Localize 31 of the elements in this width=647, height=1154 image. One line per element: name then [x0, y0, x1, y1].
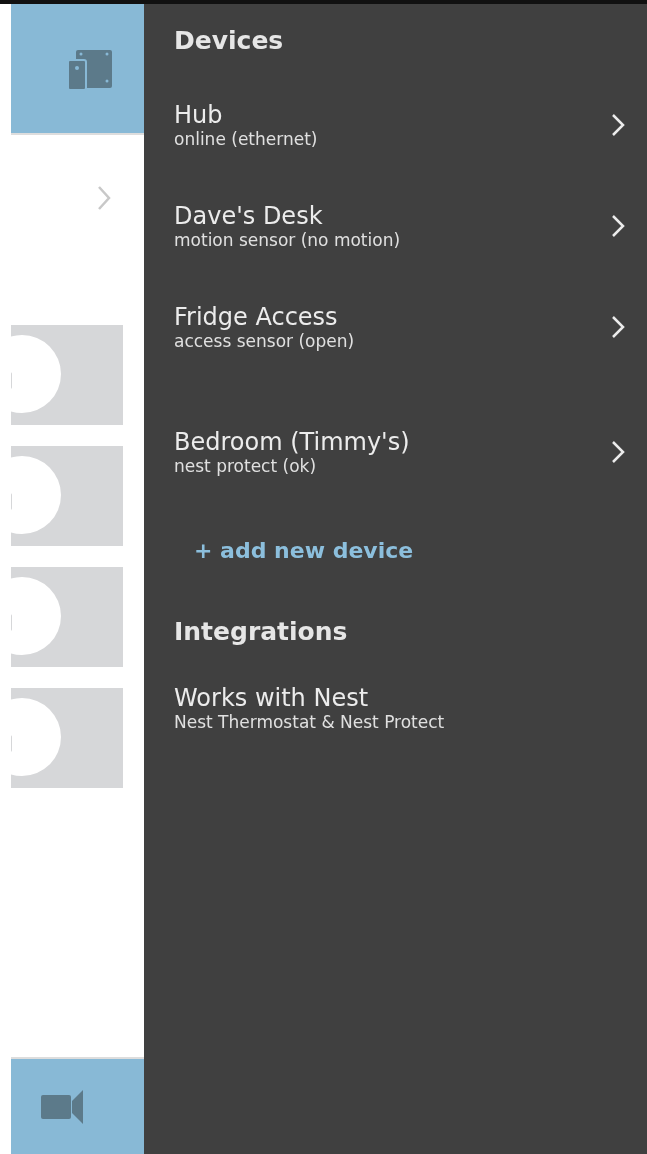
integration-description: Nest Thermostat & Nest Protect [174, 712, 446, 732]
section-heading: Devices [174, 26, 285, 57]
chevron-icon [611, 314, 625, 339]
lock-card[interactable] [11, 688, 123, 788]
device-row[interactable]: Hub online (ethernet) [174, 88, 629, 189]
chevron-icon [611, 439, 625, 464]
lock-card[interactable] [11, 567, 123, 667]
device-name: Dave's Desk [174, 201, 324, 230]
device-name: Fridge Access [174, 302, 339, 331]
device-name: Hub [174, 100, 224, 129]
device-status: access sensor (open) [174, 330, 356, 351]
video-camera-icon [41, 1089, 85, 1124]
device-status: nest protect (ok) [174, 455, 318, 476]
device-row[interactable]: Fridge Access access sensor (open) [174, 290, 629, 391]
section-heading: Integrations [174, 617, 349, 646]
integration-name: Works with Nest [174, 684, 370, 712]
integration-row[interactable]: Works with Nest Nest Thermostat & Nest Protect [174, 684, 629, 732]
chevron-icon [611, 112, 625, 137]
chevron-icon[interactable] [97, 185, 111, 211]
add-device-link[interactable]: + add new device [194, 538, 414, 563]
device-row[interactable]: Bedroom (Timmy's) nest protect (ok) [174, 415, 629, 516]
device-status: motion sensor (no motion) [174, 229, 402, 250]
device-status: online (ethernet) [174, 128, 319, 149]
devices-tab[interactable] [11, 4, 144, 135]
device-row[interactable]: Dave's Desk motion sensor (no motion) [174, 189, 629, 290]
camera-tab[interactable] [11, 1057, 144, 1154]
devices-icon [68, 47, 112, 90]
lock-card[interactable] [11, 325, 123, 425]
chevron-icon [611, 213, 625, 238]
device-name: Bedroom (Timmy's) [174, 427, 411, 456]
lock-card[interactable] [11, 446, 123, 546]
